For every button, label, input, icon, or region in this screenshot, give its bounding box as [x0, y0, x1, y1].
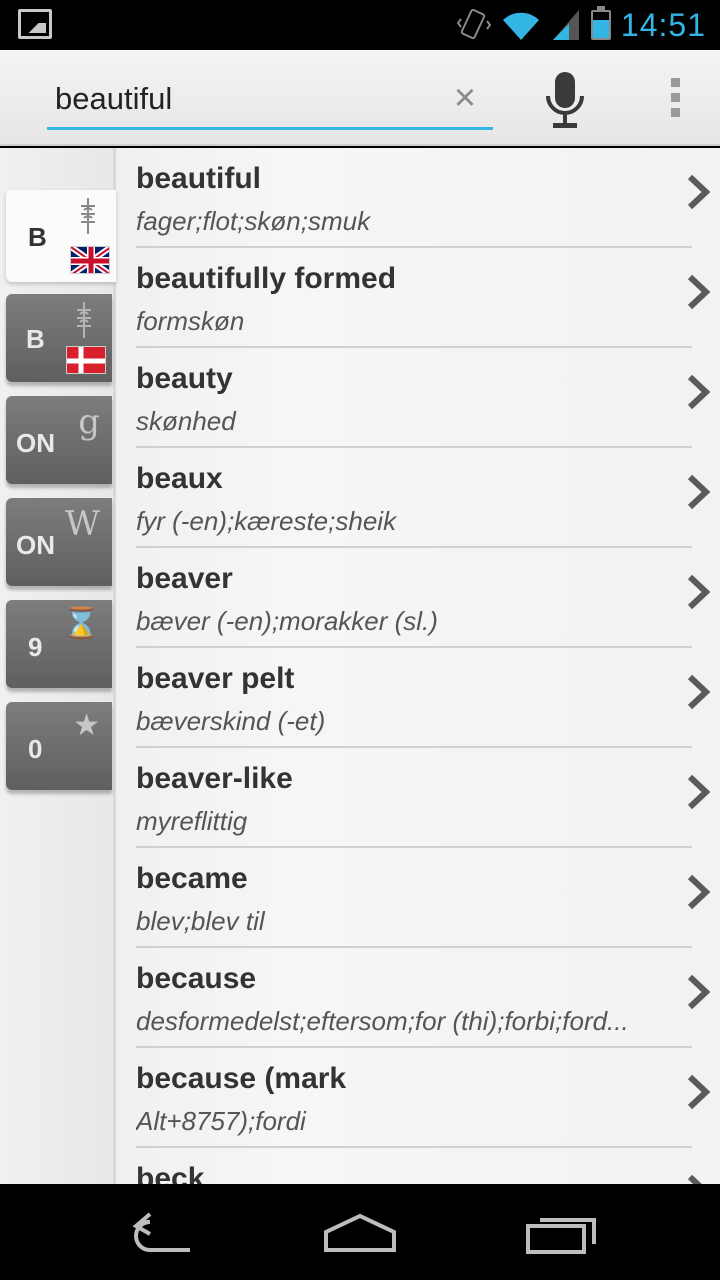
home-icon[interactable] [320, 1212, 400, 1256]
translation: fyr (-en);kæreste;sheik [136, 506, 397, 536]
status-time: 14:51 [620, 6, 706, 43]
tab-danish-dictionary[interactable]: B [6, 294, 112, 382]
term: beautifully formed [136, 262, 397, 295]
chevron-right-icon [687, 574, 711, 610]
tab-label: 0 [28, 734, 43, 764]
list-item[interactable]: because (mark Alt+8757);fordi [116, 1048, 720, 1148]
overflow-menu-icon[interactable] [660, 74, 690, 124]
list-item[interactable]: beaver pelt bæverskind (-et) [116, 648, 720, 748]
content-area: B B ON g ON W 9 ⌛ 0 ★ beautiful fager;fl… [0, 148, 720, 1184]
list-item[interactable]: beck [116, 1148, 720, 1184]
translation: bæver (-en);morakker (sl.) [136, 606, 438, 636]
tab-wikipedia[interactable]: ON W [6, 498, 112, 586]
term: beaux [136, 462, 223, 495]
wifi-icon [502, 12, 539, 41]
list-item[interactable]: beautiful fager;flot;skøn;smuk [116, 148, 720, 248]
translation: fager;flot;skøn;smuk [136, 206, 371, 236]
translation: bæverskind (-et) [136, 706, 326, 736]
chevron-right-icon [687, 474, 711, 510]
search-input[interactable] [55, 76, 435, 122]
list-item[interactable]: because desformedelst;eftersom;for (thi)… [116, 948, 720, 1048]
tab-label: ON [16, 530, 55, 560]
translation: formskøn [136, 306, 245, 336]
term: beck [136, 1162, 205, 1184]
term: beauty [136, 362, 233, 395]
chevron-right-icon [687, 274, 711, 310]
tab-label: ON [16, 428, 55, 458]
dictionary-icon [77, 302, 91, 338]
list-item[interactable]: became blev;blev til [116, 848, 720, 948]
wikipedia-icon: W [65, 504, 100, 544]
star-icon: ★ [73, 708, 100, 743]
image-notification-icon [18, 9, 52, 39]
recent-apps-icon[interactable] [522, 1212, 602, 1256]
microphone-icon[interactable] [540, 70, 590, 132]
term: beaver pelt [136, 662, 295, 695]
search-box: × [47, 72, 493, 130]
translation: Alt+8757);fordi [136, 1106, 306, 1136]
term: beaver-like [136, 762, 293, 795]
chevron-right-icon [687, 1174, 702, 1184]
history-icon: ⌛ [62, 606, 100, 641]
status-bar: 14:51 [0, 0, 720, 50]
status-icons: 14:51 [456, 0, 706, 50]
action-bar: × [0, 50, 720, 146]
tab-label: 9 [28, 632, 43, 662]
google-icon: g [78, 402, 100, 442]
term: because [136, 962, 257, 995]
dictionary-icon [81, 198, 95, 234]
chevron-right-icon [687, 374, 711, 410]
term: became [136, 862, 248, 895]
chevron-right-icon [687, 674, 711, 710]
translation: myreflittig [136, 806, 248, 836]
tab-google[interactable]: ON g [6, 396, 112, 484]
list-item[interactable]: beaux fyr (-en);kæreste;sheik [116, 448, 720, 548]
chevron-right-icon [687, 1074, 711, 1110]
tab-label: B [26, 324, 45, 354]
battery-icon [590, 6, 611, 40]
signal-icon [552, 10, 579, 40]
dictionary-sidebar: B B ON g ON W 9 ⌛ 0 ★ [0, 148, 116, 1184]
chevron-right-icon [687, 774, 711, 810]
chevron-right-icon [687, 174, 711, 210]
back-icon[interactable] [120, 1212, 200, 1256]
results-list: beautiful fager;flot;skøn;smuk beautiful… [116, 148, 720, 1184]
navigation-bar [0, 1184, 720, 1280]
list-item[interactable]: beauty skønhed [116, 348, 720, 448]
list-item[interactable]: beaver bæver (-en);morakker (sl.) [116, 548, 720, 648]
clear-icon[interactable]: × [445, 78, 485, 118]
denmark-flag-icon [66, 346, 106, 374]
list-item[interactable]: beautifully formed formskøn [116, 248, 720, 348]
tab-favorites[interactable]: 0 ★ [6, 702, 112, 790]
vibrate-icon [456, 8, 491, 40]
tab-history[interactable]: 9 ⌛ [6, 600, 112, 688]
chevron-right-icon [687, 974, 711, 1010]
translation: blev;blev til [136, 906, 265, 936]
chevron-right-icon [687, 874, 711, 910]
tab-english-dictionary[interactable]: B [6, 190, 116, 282]
list-item[interactable]: beaver-like myreflittig [116, 748, 720, 848]
term: because (mark [136, 1062, 347, 1095]
translation: desformedelst;eftersom;for (thi);forbi;f… [136, 1006, 629, 1036]
translation: skønhed [136, 406, 236, 436]
term: beaver [136, 562, 233, 595]
term: beautiful [136, 162, 261, 195]
tab-label: B [28, 222, 47, 252]
uk-flag-icon [70, 246, 110, 274]
